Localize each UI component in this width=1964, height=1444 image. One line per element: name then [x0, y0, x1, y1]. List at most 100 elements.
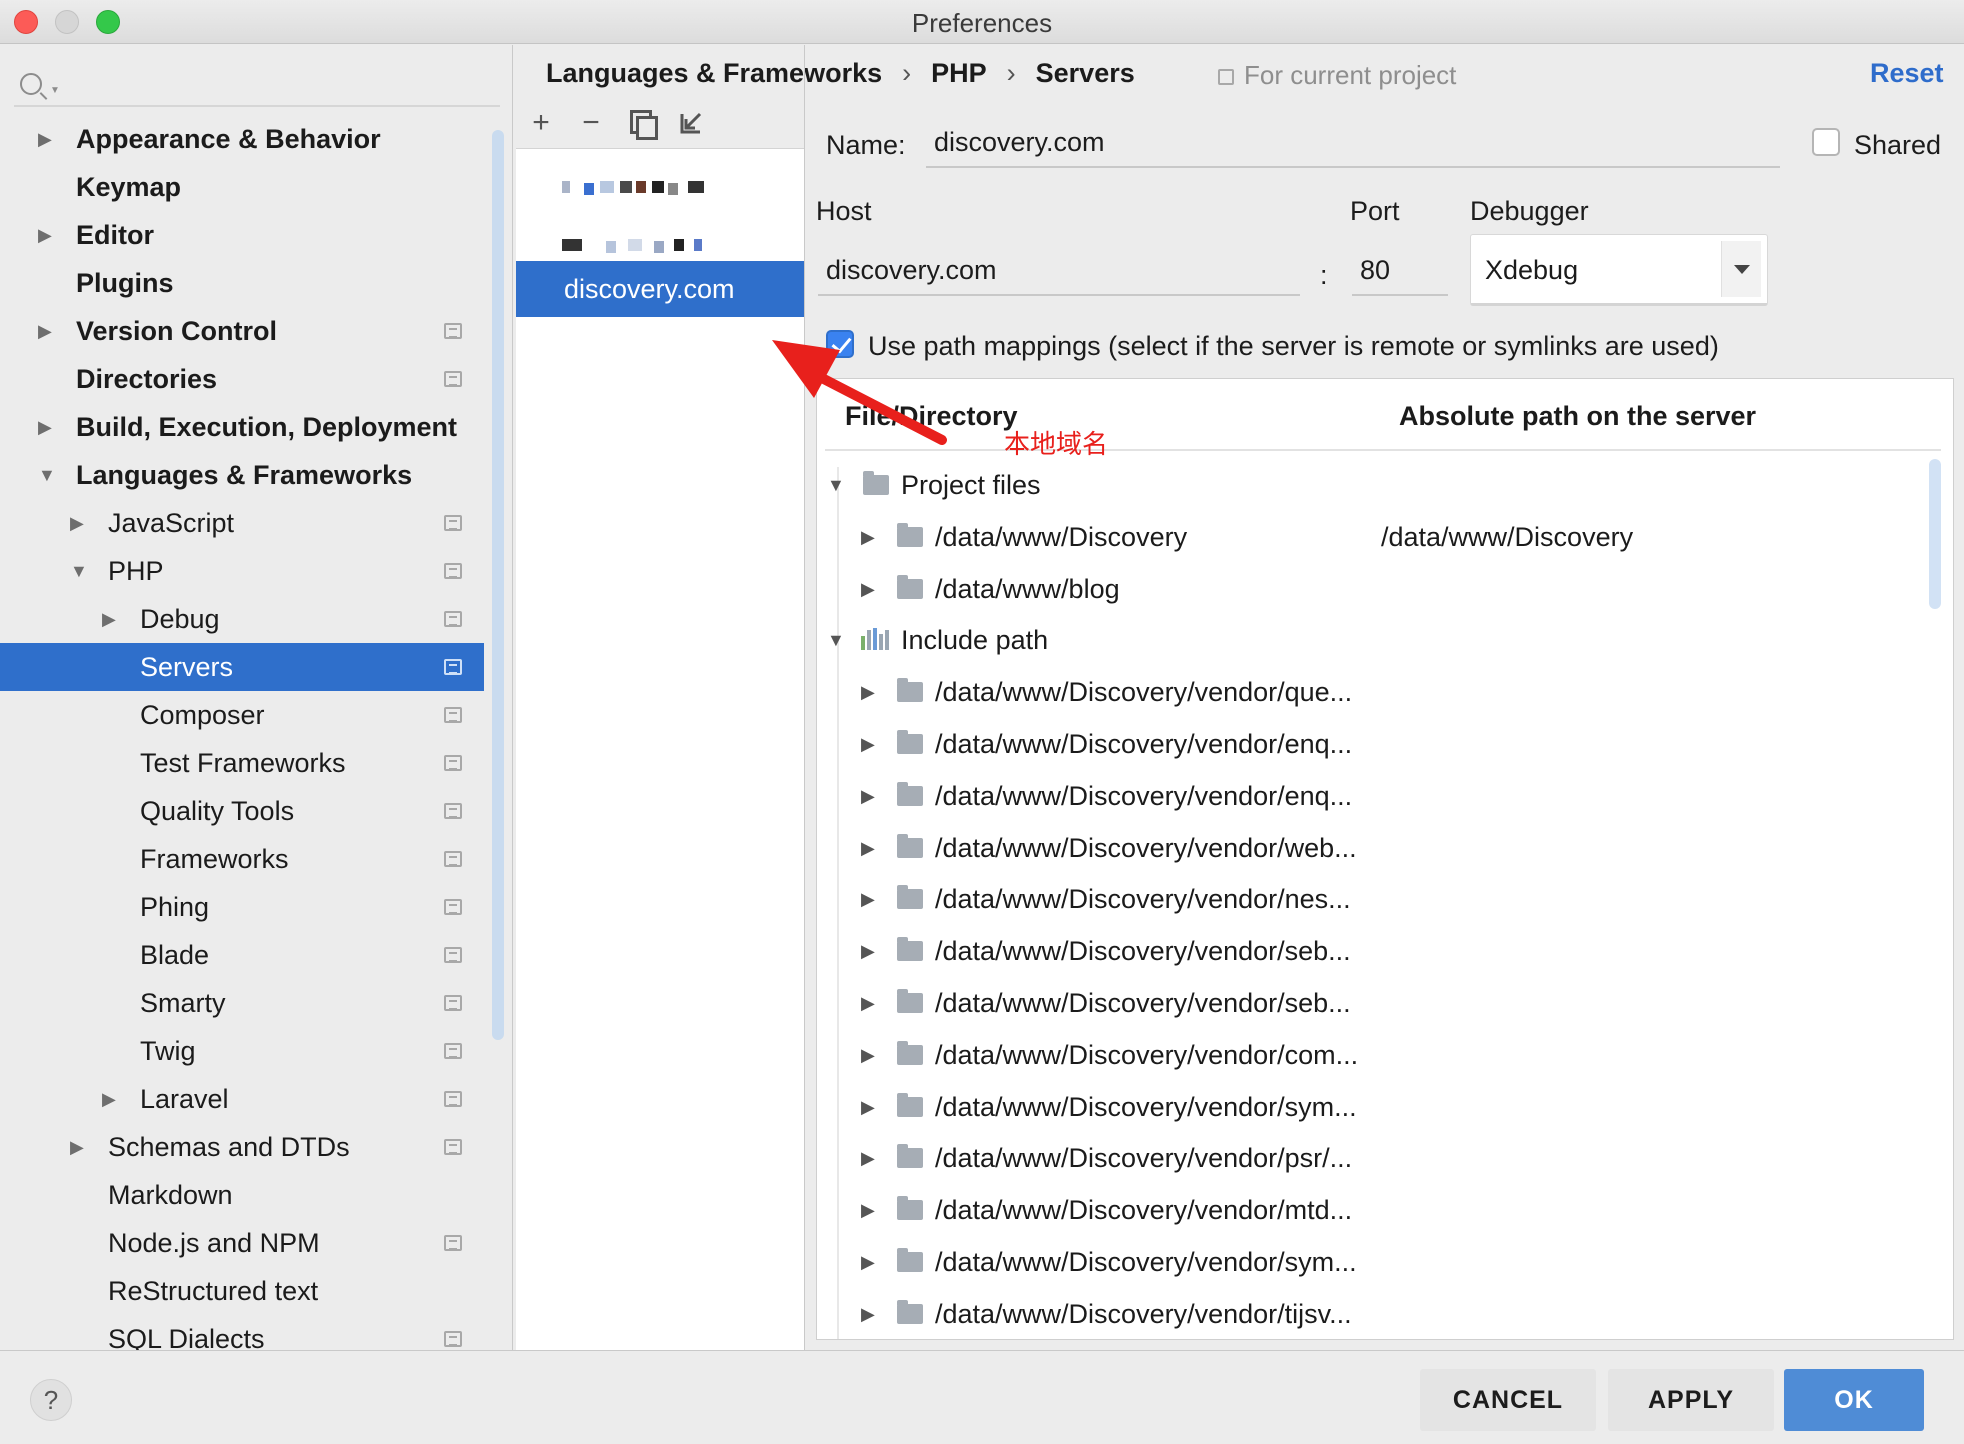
chevron-right-icon[interactable]: ▶	[102, 595, 116, 643]
mapping-row[interactable]: ▶ /data/www/Discovery/data/www/Discovery	[817, 511, 1937, 563]
ok-button[interactable]: OK	[1784, 1369, 1924, 1431]
chevron-right-icon[interactable]: ▶	[102, 1075, 116, 1123]
mapping-row[interactable]: ▶ /data/www/Discovery/vendor/com...	[817, 1029, 1937, 1081]
reset-link[interactable]: Reset	[1870, 58, 1944, 89]
sidebar-scrollbar[interactable]	[492, 130, 504, 1040]
mapping-group-row[interactable]: ▼ Include path	[817, 614, 1937, 666]
sidebar-item-sql-dialects[interactable]: SQL Dialects	[0, 1315, 484, 1350]
cancel-button[interactable]: CANCEL	[1420, 1369, 1596, 1431]
remove-server-button[interactable]: −	[574, 106, 608, 140]
chevron-right-icon[interactable]: ▶	[861, 925, 875, 977]
sidebar-divider[interactable]	[512, 45, 513, 1350]
host-field[interactable]: discovery.com	[818, 248, 1300, 296]
project-settings-icon	[444, 323, 462, 339]
mapping-row[interactable]: ▶ /data/www/Discovery/vendor/tijsv...	[817, 1288, 1937, 1339]
chevron-right-icon[interactable]: ▶	[861, 1288, 875, 1339]
sidebar-item-version-control[interactable]: ▶ Version Control	[0, 307, 484, 355]
sidebar-item-smarty[interactable]: Smarty	[0, 979, 484, 1027]
chevron-down-icon[interactable]: ▼	[38, 451, 56, 499]
mapping-row[interactable]: ▶ /data/www/Discovery/vendor/enq...	[817, 718, 1937, 770]
chevron-down-icon[interactable]: ▼	[827, 459, 845, 511]
sidebar-item-twig[interactable]: Twig	[0, 1027, 484, 1075]
sidebar-item-composer[interactable]: Composer	[0, 691, 484, 739]
mapping-row[interactable]: ▶ /data/www/Discovery/vendor/psr/...	[817, 1132, 1937, 1184]
sidebar-item-frameworks[interactable]: Frameworks	[0, 835, 484, 883]
host-port-separator: :	[1320, 260, 1328, 290]
sidebar-item-editor[interactable]: ▶ Editor	[0, 211, 484, 259]
sidebar-item-appearance-behavior[interactable]: ▶ Appearance & Behavior	[0, 115, 484, 163]
sidebar-item-restructured-text[interactable]: ReStructured text	[0, 1267, 484, 1315]
table-scrollbar[interactable]	[1929, 459, 1941, 609]
mapping-row[interactable]: ▶ /data/www/Discovery/vendor/mtd...	[817, 1184, 1937, 1236]
port-field[interactable]: 80	[1352, 248, 1448, 296]
chevron-right-icon[interactable]: ▶	[861, 822, 875, 874]
mapping-group-row[interactable]: ▼ Project files	[817, 459, 1937, 511]
chevron-right-icon[interactable]: ▶	[861, 563, 875, 615]
mapping-row[interactable]: ▶ /data/www/Discovery/vendor/seb...	[817, 925, 1937, 977]
help-button[interactable]: ?	[30, 1379, 72, 1421]
sidebar-item-schemas-and-dtds[interactable]: ▶ Schemas and DTDs	[0, 1123, 484, 1171]
sidebar-item-phing[interactable]: Phing	[0, 883, 484, 931]
chevron-right-icon[interactable]: ▶	[861, 770, 875, 822]
project-settings-icon	[444, 1331, 462, 1347]
sidebar-item-plugins[interactable]: Plugins	[0, 259, 484, 307]
column-header-absolute-path[interactable]: Absolute path on the server	[1399, 401, 1756, 432]
chevron-right-icon[interactable]: ▶	[861, 1236, 875, 1288]
chevron-right-icon[interactable]: ▶	[861, 1081, 875, 1133]
sidebar-item-markdown[interactable]: Markdown	[0, 1171, 484, 1219]
chevron-down-icon[interactable]: ▼	[827, 614, 845, 666]
chevron-right-icon[interactable]: ▶	[861, 977, 875, 1029]
sidebar-item-blade[interactable]: Blade	[0, 931, 484, 979]
debugger-select[interactable]: Xdebug	[1470, 234, 1768, 306]
chevron-right-icon[interactable]: ▶	[38, 403, 52, 451]
import-server-button[interactable]	[674, 106, 708, 140]
chevron-right-icon[interactable]: ▶	[861, 511, 875, 563]
apply-button[interactable]: APPLY	[1608, 1369, 1774, 1431]
mapping-row[interactable]: ▶ /data/www/Discovery/vendor/nes...	[817, 873, 1937, 925]
chevron-right-icon[interactable]: ▶	[38, 307, 52, 355]
chevron-right-icon[interactable]: ▶	[38, 211, 52, 259]
chevron-right-icon[interactable]: ▶	[70, 1123, 84, 1171]
settings-search-input[interactable]: ▼	[14, 65, 500, 107]
server-item-discovery[interactable]: discovery.com	[516, 261, 804, 317]
chevron-right-icon[interactable]: ▶	[38, 115, 52, 163]
mapping-row[interactable]: ▶ /data/www/Discovery/vendor/sym...	[817, 1081, 1937, 1133]
sidebar-item-quality-tools[interactable]: Quality Tools	[0, 787, 484, 835]
chevron-down-icon[interactable]	[1721, 241, 1761, 297]
sidebar-item-debug[interactable]: ▶ Debug	[0, 595, 484, 643]
sidebar-item-laravel[interactable]: ▶ Laravel	[0, 1075, 484, 1123]
server-item-redacted[interactable]	[516, 159, 804, 215]
use-path-mappings-checkbox[interactable]	[826, 330, 854, 358]
sidebar-item-build-execution-deployment[interactable]: ▶ Build, Execution, Deployment	[0, 403, 484, 451]
mapping-row[interactable]: ▶ /data/www/blog	[817, 563, 1937, 615]
sidebar-item-languages-frameworks[interactable]: ▼ Languages & Frameworks	[0, 451, 484, 499]
mapping-row[interactable]: ▶ /data/www/Discovery/vendor/sym...	[817, 1236, 1937, 1288]
chevron-right-icon[interactable]: ▶	[861, 1132, 875, 1184]
mapping-row[interactable]: ▶ /data/www/Discovery/vendor/enq...	[817, 770, 1937, 822]
shared-checkbox[interactable]	[1812, 128, 1840, 156]
mapping-row[interactable]: ▶ /data/www/Discovery/vendor/seb...	[817, 977, 1937, 1029]
sidebar-item-javascript[interactable]: ▶ JavaScript	[0, 499, 484, 547]
remote-path-field[interactable]: /data/www/Discovery	[1381, 511, 1633, 563]
project-settings-icon	[444, 1091, 462, 1107]
chevron-right-icon[interactable]: ▶	[70, 499, 84, 547]
chevron-down-icon[interactable]: ▼	[70, 547, 88, 595]
sidebar-item-directories[interactable]: Directories	[0, 355, 484, 403]
chevron-right-icon[interactable]: ▶	[861, 666, 875, 718]
chevron-right-icon[interactable]: ▶	[861, 718, 875, 770]
chevron-right-icon[interactable]: ▶	[861, 1184, 875, 1236]
sidebar-item-php[interactable]: ▼ PHP	[0, 547, 484, 595]
sidebar-item-keymap[interactable]: Keymap	[0, 163, 484, 211]
sidebar-item-node-js-and-npm[interactable]: Node.js and NPM	[0, 1219, 484, 1267]
name-field[interactable]: discovery.com	[926, 120, 1780, 168]
mapping-row[interactable]: ▶ /data/www/Discovery/vendor/web...	[817, 822, 1937, 874]
column-header-file-directory[interactable]: File/Directory	[845, 401, 1018, 432]
chevron-right-icon[interactable]: ▶	[861, 873, 875, 925]
mapping-row[interactable]: ▶ /data/www/Discovery/vendor/que...	[817, 666, 1937, 718]
sidebar-item-servers[interactable]: Servers	[0, 643, 484, 691]
search-options-caret-icon[interactable]: ▼	[50, 85, 60, 96]
add-server-button[interactable]: +	[524, 106, 558, 140]
copy-server-button[interactable]	[624, 106, 658, 140]
sidebar-item-test-frameworks[interactable]: Test Frameworks	[0, 739, 484, 787]
chevron-right-icon[interactable]: ▶	[861, 1029, 875, 1081]
